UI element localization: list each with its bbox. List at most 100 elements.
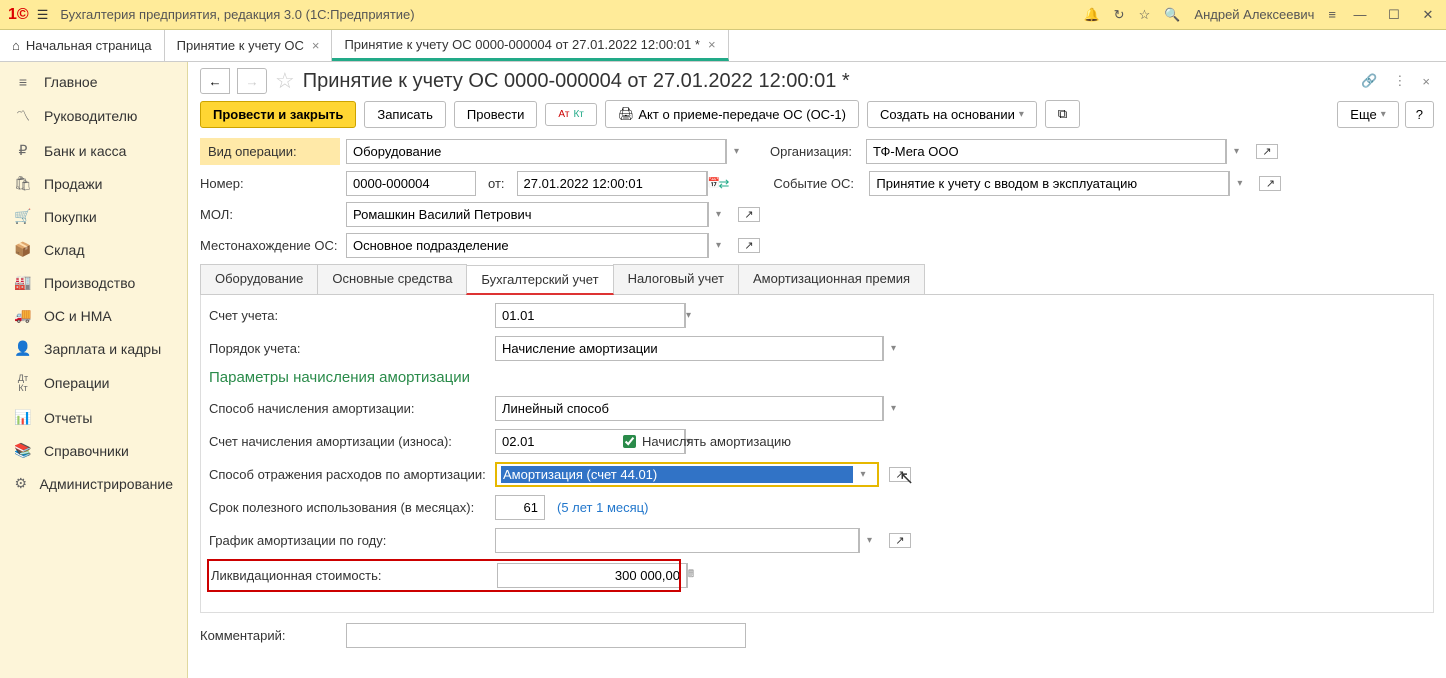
link-icon[interactable]: 🔗: [1357, 73, 1381, 89]
dropdown-icon[interactable]: ▾: [1226, 139, 1246, 164]
star-icon[interactable]: ☆: [1139, 7, 1151, 23]
nav-forward-button[interactable]: →: [237, 68, 267, 94]
mol-label: МОЛ:: [200, 207, 340, 222]
date-input[interactable]: [517, 171, 707, 196]
logo-1c: 1©: [8, 6, 29, 24]
post-and-close-button[interactable]: Провести и закрыть: [200, 101, 356, 128]
dtkt-icon: ДтКт: [14, 373, 32, 393]
settings-icon[interactable]: ≡: [1328, 7, 1336, 22]
srok-hint: (5 лет 1 месяц): [557, 500, 648, 515]
gear-icon: ⚙: [14, 475, 28, 492]
post-button[interactable]: Провести: [454, 101, 538, 128]
sidebar-item-main[interactable]: ≡Главное: [0, 66, 187, 98]
charge-amort-checkbox[interactable]: [623, 435, 636, 448]
likv-input[interactable]: [497, 563, 687, 588]
poryadok-input[interactable]: [495, 336, 883, 361]
kebab-icon[interactable]: ⋮: [1389, 73, 1410, 89]
sidebar-item-purchases[interactable]: 🛒Покупки: [0, 200, 187, 233]
sidebar-item-bank[interactable]: ₽Банк и касса: [0, 134, 187, 167]
doc-title: Принятие к учету ОС 0000-000004 от 27.01…: [303, 70, 1349, 93]
schet-amort-label: Счет начисления амортизации (износа):: [209, 434, 489, 449]
tab-bonus[interactable]: Амортизационная премия: [738, 264, 925, 294]
event-input[interactable]: [869, 171, 1229, 196]
tab-accounting[interactable]: Бухгалтерский учет: [466, 265, 613, 295]
history-icon[interactable]: ↻: [1114, 7, 1125, 23]
close-doc-icon[interactable]: ×: [1418, 74, 1434, 89]
close-icon[interactable]: ×: [312, 38, 320, 53]
num-input[interactable]: [346, 171, 476, 196]
mol-input[interactable]: [346, 202, 708, 227]
sidebar-item-sales[interactable]: 🛍Продажи: [0, 167, 187, 200]
tab-label: Принятие к учету ОС 0000-000004 от 27.01…: [344, 37, 700, 52]
open-ref-icon[interactable]: ↗: [889, 533, 911, 548]
sidebar-item-stock[interactable]: 📦Склад: [0, 233, 187, 266]
sidebar-item-refs[interactable]: 📚Справочники: [0, 434, 187, 467]
sidebar-item-production[interactable]: 🏭Производство: [0, 266, 187, 299]
dropdown-icon[interactable]: ▾: [853, 466, 873, 483]
dropdown-icon[interactable]: ▾: [726, 139, 746, 164]
search-icon[interactable]: 🔍: [1164, 7, 1180, 23]
chart-icon: 〽: [14, 106, 32, 126]
vid-input[interactable]: [346, 139, 726, 164]
dropdown-icon[interactable]: ▾: [708, 233, 728, 258]
schet-label: Счет учета:: [209, 308, 489, 323]
open-ref-icon[interactable]: ↗: [1256, 144, 1278, 159]
save-button[interactable]: Записать: [364, 101, 446, 128]
org-input[interactable]: [866, 139, 1226, 164]
sidebar-item-label: ОС и НМА: [44, 308, 112, 324]
srok-label: Срок полезного использования (в месяцах)…: [209, 500, 489, 515]
open-ref-icon[interactable]: ↗: [738, 238, 760, 253]
close-icon[interactable]: ×: [708, 37, 716, 52]
structure-button[interactable]: ⧉: [1045, 100, 1080, 128]
sidebar-item-operations[interactable]: ДтКтОперации: [0, 365, 187, 401]
dropdown-icon[interactable]: ▾: [859, 528, 879, 553]
sidebar-item-salary[interactable]: 👤 Зарплата и кадры: [0, 332, 187, 365]
nav-back-button[interactable]: ←: [200, 68, 230, 94]
sidebar-item-manager[interactable]: 〽Руководителю: [0, 98, 187, 134]
sidebar-item-admin[interactable]: ⚙Администрирование: [0, 467, 187, 500]
help-button[interactable]: ?: [1405, 101, 1434, 128]
dropdown-icon[interactable]: ▾: [883, 336, 903, 361]
print-os1-button[interactable]: 🖨Акт о приеме-передаче ОС (ОС-1): [605, 100, 859, 128]
srok-input[interactable]: [495, 495, 545, 520]
tab-doc-current[interactable]: Принятие к учету ОС 0000-000004 от 27.01…: [332, 30, 728, 61]
open-ref-icon[interactable]: ↗: [1259, 176, 1281, 191]
loc-input[interactable]: [346, 233, 708, 258]
dtkt-button[interactable]: АтКт: [545, 103, 596, 126]
maximize-button[interactable]: ☐: [1384, 7, 1404, 23]
dropdown-icon[interactable]: ▾: [883, 396, 903, 421]
close-window-button[interactable]: ✕: [1418, 7, 1438, 23]
favorite-star-icon[interactable]: ☆: [275, 68, 295, 94]
minimize-button[interactable]: —: [1350, 7, 1370, 22]
bell-icon[interactable]: 🔔: [1083, 7, 1099, 23]
dropdown-icon[interactable]: ▾: [685, 303, 691, 328]
grafik-input[interactable]: [495, 528, 859, 553]
open-ref-icon[interactable]: ↗: [738, 207, 760, 222]
tab-equipment[interactable]: Оборудование: [200, 264, 318, 294]
poryadok-label: Порядок учета:: [209, 341, 489, 356]
dropdown-icon[interactable]: ▾: [708, 202, 728, 227]
sposob-input[interactable]: [495, 396, 883, 421]
rashod-value-selected[interactable]: Амортизация (счет 44.01): [501, 466, 853, 483]
create-based-button[interactable]: Создать на основании: [867, 101, 1037, 128]
open-ref-icon[interactable]: ↗: [889, 467, 911, 482]
comment-input[interactable]: [346, 623, 746, 648]
box-icon: 📦: [14, 241, 32, 258]
dropdown-icon[interactable]: ▾: [1229, 171, 1249, 196]
schet-input[interactable]: [495, 303, 685, 328]
person-icon: 👤: [14, 340, 32, 357]
tab-home[interactable]: ⌂ Начальная страница: [0, 30, 165, 61]
tab-fixed-assets[interactable]: Основные средства: [317, 264, 467, 294]
sidebar-item-reports[interactable]: 📊Отчеты: [0, 401, 187, 434]
calc-icon[interactable]: 🖩: [687, 563, 694, 588]
user-name[interactable]: Андрей Алексеевич: [1194, 7, 1314, 22]
titlebar: 1© ☰ Бухгалтерия предприятия, редакция 3…: [0, 0, 1446, 30]
sidebar-item-assets[interactable]: 🚚ОС и НМА: [0, 299, 187, 332]
tab-label: Принятие к учету ОС: [177, 38, 304, 53]
tab-doc-list[interactable]: Принятие к учету ОС ×: [165, 30, 333, 61]
more-button[interactable]: Еще: [1337, 101, 1398, 128]
main-menu-icon[interactable]: ☰: [37, 7, 49, 23]
sidebar-item-label: Зарплата и кадры: [44, 341, 161, 357]
bars-icon: 📊: [14, 409, 32, 426]
tab-tax[interactable]: Налоговый учет: [613, 264, 739, 294]
